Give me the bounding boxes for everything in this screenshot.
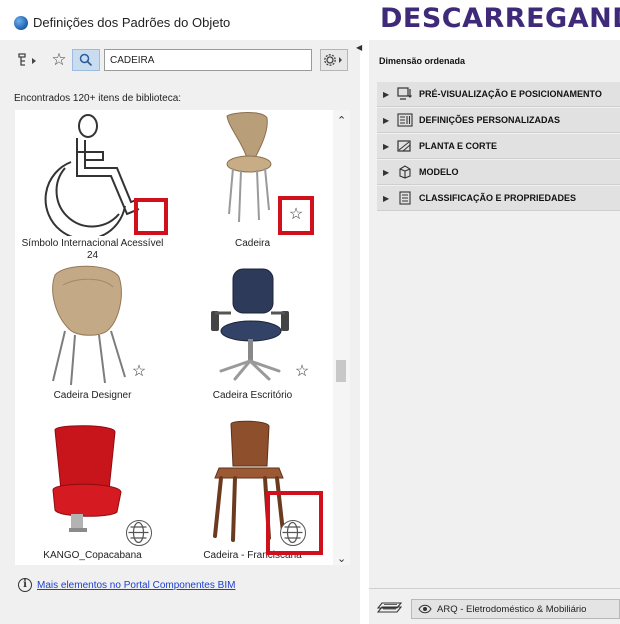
section-label: CLASSIFICAÇÃO E PROPRIEDADES	[419, 193, 577, 203]
eye-icon	[418, 604, 432, 614]
classification-icon	[397, 190, 413, 206]
section-label: MODELO	[419, 167, 459, 177]
section-model[interactable]: ▶ MODELO	[377, 160, 620, 185]
expand-arrow-icon: ▶	[383, 193, 390, 203]
layer-bar: ARQ - Eletrodoméstico & Mobiliário	[369, 588, 620, 624]
star-icon: ☆	[51, 50, 67, 69]
chevron-up-icon[interactable]: ⌃	[337, 114, 346, 127]
favorites-button[interactable]: ☆	[48, 50, 70, 70]
results-count-label: Encontrados 120+ itens de biblioteca:	[14, 93, 182, 104]
scrollbar-thumb[interactable]	[336, 360, 346, 382]
library-item-label: Cadeira Designer	[53, 390, 132, 401]
gear-icon	[324, 54, 342, 66]
section-classification-properties[interactable]: ▶ CLASSIFICAÇÃO E PROPRIEDADES	[377, 186, 620, 211]
model-cube-icon	[397, 164, 413, 180]
favorite-star-icon[interactable]: ☆	[129, 362, 149, 382]
library-toolbar: ☆ ◀	[0, 40, 362, 80]
section-plan-section[interactable]: ▶ PLANTA E CORTE	[377, 134, 620, 159]
custom-settings-icon	[397, 112, 413, 128]
collapse-panel-arrow-icon[interactable]: ◀	[356, 43, 362, 52]
library-item-cadeira-designer[interactable]: Cadeira Designer ☆	[15, 265, 170, 420]
search-toggle-button[interactable]	[72, 49, 100, 71]
settings-sections: ▶ PRÉ-VISUALIZAÇÃO E POSICIONAMENTO ▶ DE…	[377, 82, 620, 212]
window-title: Definições dos Padrões do Objeto	[33, 15, 231, 30]
library-item-cadeira[interactable]: Cadeira ☆	[175, 110, 330, 265]
results-scrollbar[interactable]: ⌃ ⌄	[333, 110, 350, 565]
bim-portal-link[interactable]: Mais elementos no Portal Componentes BIM	[37, 580, 235, 591]
library-item-label: Cadeira	[234, 238, 271, 249]
settings-panel: Dimensão ordenada ▶ PRÉ-VISUALIZAÇÃO E P…	[369, 40, 620, 624]
expand-arrow-icon: ▶	[383, 89, 390, 99]
chevron-down-icon[interactable]: ⌄	[337, 552, 346, 565]
expand-arrow-icon: ▶	[383, 167, 390, 177]
section-preview-positioning[interactable]: ▶ PRÉ-VISUALIZAÇÃO E POSICIONAMENTO	[377, 82, 620, 107]
object-library-panel: ☆ ◀ Encontrados 120+ itens de biblioteca…	[0, 40, 362, 624]
favorite-star-icon[interactable]: ☆	[292, 362, 312, 382]
expand-arrow-icon: ▶	[383, 141, 390, 151]
download-banner: DESCARREGAND	[380, 3, 620, 34]
library-item-cadeira-escritorio[interactable]: Cadeira Escritório ☆	[175, 265, 330, 420]
search-icon	[79, 53, 93, 67]
info-icon: i	[18, 578, 32, 592]
layers-icon[interactable]	[377, 601, 403, 615]
section-label: PRÉ-VISUALIZAÇÃO E POSICIONAMENTO	[419, 89, 602, 99]
layer-value: ARQ - Eletrodoméstico & Mobiliário	[437, 603, 587, 615]
section-custom-settings[interactable]: ▶ DEFINIÇÕES PERSONALIZADAS	[377, 108, 620, 133]
highlight-box	[266, 491, 323, 555]
window-title-bar: Definições dos Padrões do Objeto	[0, 0, 370, 40]
preview-icon	[397, 86, 413, 102]
archicad-app-icon	[14, 16, 28, 30]
bim-portal-row: i Mais elementos no Portal Componentes B…	[18, 578, 235, 592]
section-label: DEFINIÇÕES PERSONALIZADAS	[419, 115, 561, 125]
globe-icon[interactable]	[126, 520, 152, 546]
plan-section-icon	[397, 138, 413, 154]
filter-menu-button[interactable]	[14, 50, 44, 70]
library-item-accessibility-symbol[interactable]: Símbolo Internacional Acessível 24	[15, 110, 170, 265]
library-item-label: Cadeira Escritório	[212, 390, 293, 401]
library-search-input[interactable]	[104, 49, 312, 71]
hierarchy-filter-icon	[18, 53, 36, 66]
expand-arrow-icon: ▶	[383, 115, 390, 125]
dimension-label: Dimensão ordenada	[379, 56, 466, 66]
library-item-label: KANGO_Copacabana	[43, 550, 142, 561]
library-item-cadeira-franciscana[interactable]: Cadeira - Franciscana	[175, 420, 330, 565]
library-results-grid: Símbolo Internacional Acessível 24 Cadei…	[15, 110, 333, 565]
library-item-label: Símbolo Internacional Acessível 24	[21, 238, 164, 261]
highlight-box	[278, 196, 314, 235]
library-settings-button[interactable]	[320, 49, 348, 71]
highlight-box	[134, 198, 168, 235]
section-label: PLANTA E CORTE	[419, 141, 497, 151]
layer-select[interactable]: ARQ - Eletrodoméstico & Mobiliário	[411, 599, 620, 619]
library-item-kango-copacabana[interactable]: KANGO_Copacabana	[15, 420, 170, 565]
